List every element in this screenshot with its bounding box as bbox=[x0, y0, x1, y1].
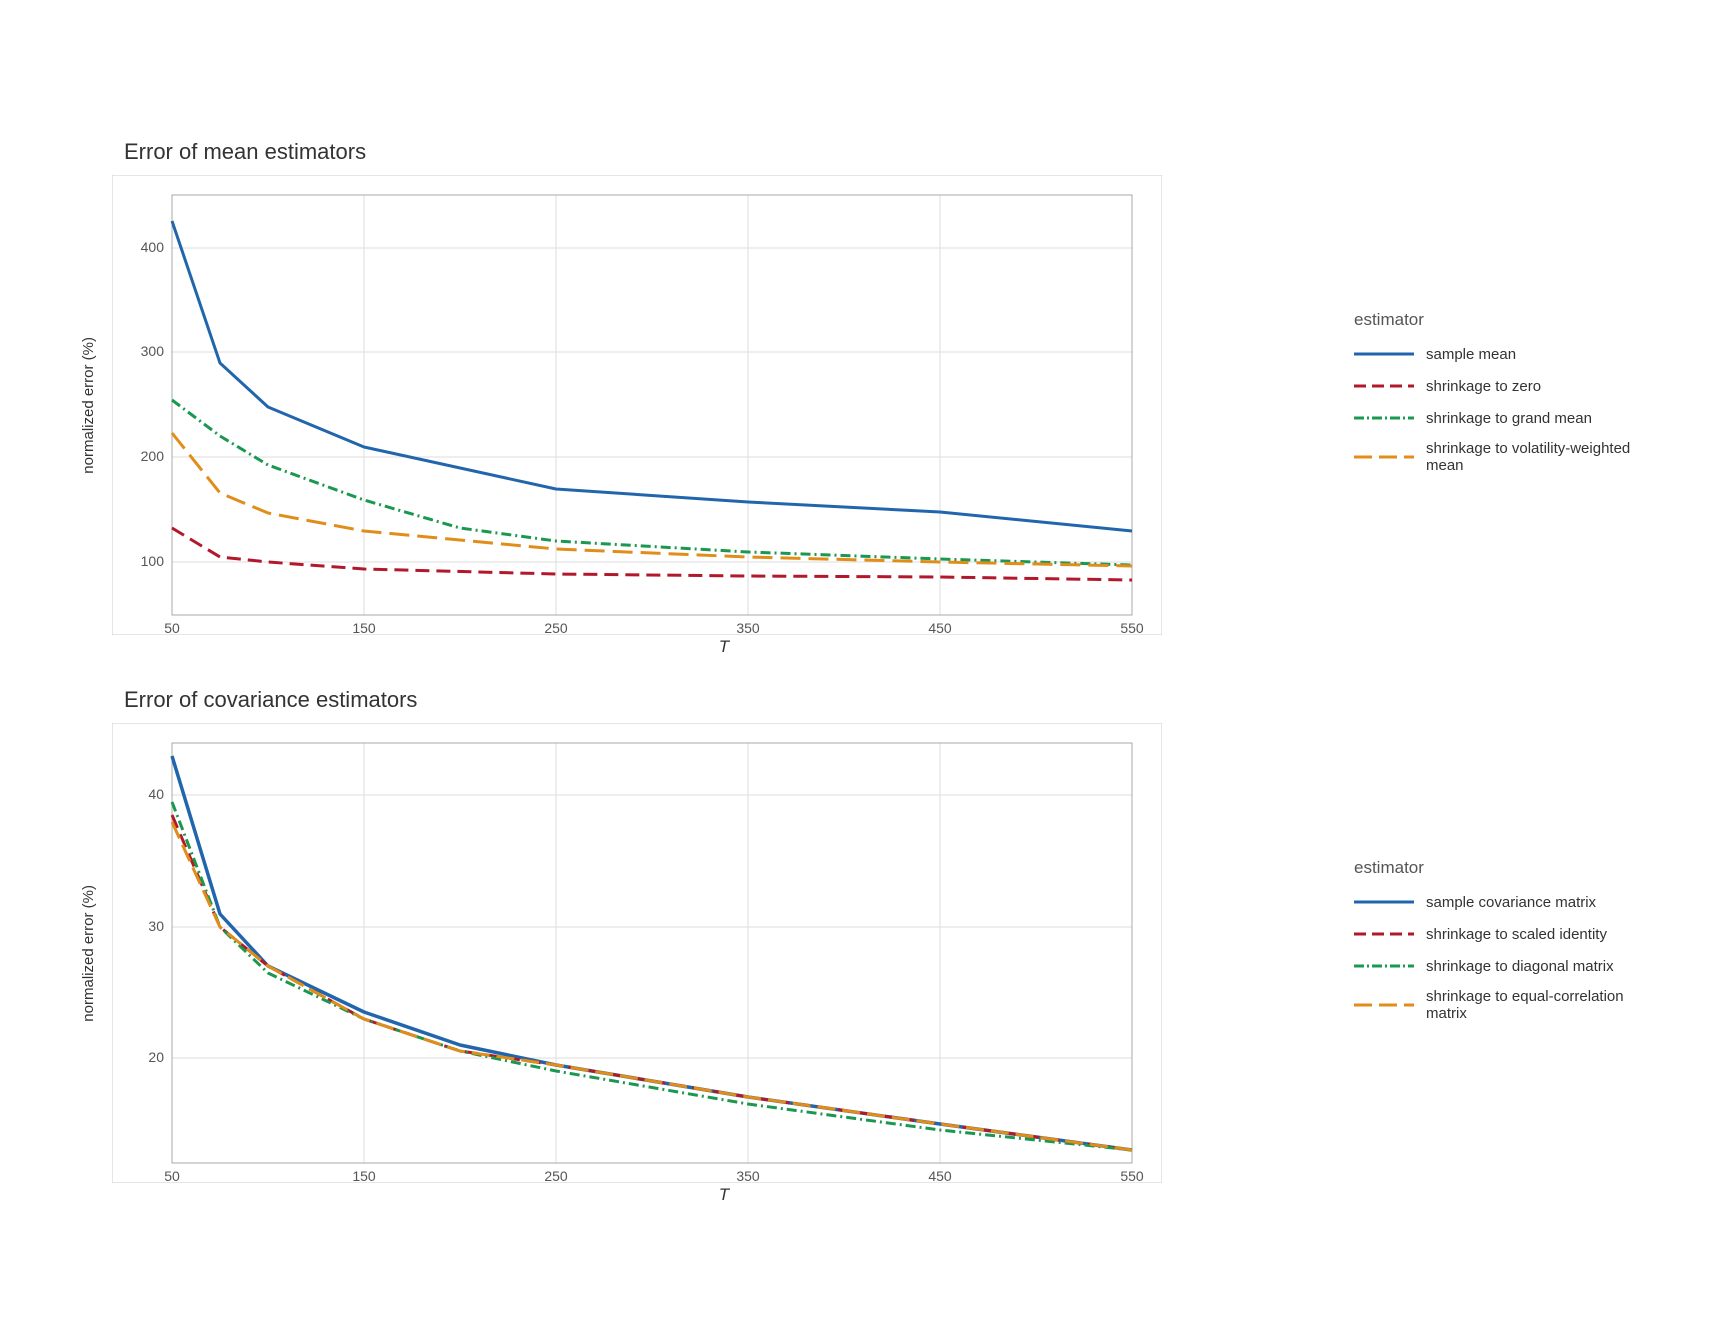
legend-item-0: sample mean bbox=[1354, 344, 1654, 364]
legend2-label-1: shrinkage to scaled identity bbox=[1426, 926, 1607, 943]
legend2-label-2: shrinkage to diagonal matrix bbox=[1426, 958, 1614, 975]
legend2-item-2: shrinkage to diagonal matrix bbox=[1354, 956, 1654, 976]
svg-text:100: 100 bbox=[141, 553, 165, 569]
legend2-line-solid-blue bbox=[1354, 892, 1414, 912]
chart1-legend-title: estimator bbox=[1354, 310, 1654, 330]
chart2-title: Error of covariance estimators bbox=[124, 687, 1324, 713]
chart1-svg: 100 200 300 400 50 150 250 350 450 550 bbox=[112, 175, 1162, 635]
svg-text:550: 550 bbox=[1120, 620, 1144, 635]
svg-text:50: 50 bbox=[164, 1168, 180, 1183]
legend-line-dashed-orange bbox=[1354, 447, 1414, 467]
legend2-line-dashed-orange bbox=[1354, 995, 1414, 1015]
legend-item-1: shrinkage to zero bbox=[1354, 376, 1654, 396]
chart1-ylabel: normalized error (%) bbox=[80, 337, 97, 474]
svg-text:350: 350 bbox=[736, 1168, 760, 1183]
chart2-row: Error of covariance estimators normalize… bbox=[64, 687, 1664, 1205]
chart1-area: Error of mean estimators normalized erro… bbox=[64, 139, 1324, 657]
legend-line-dotdash-green bbox=[1354, 408, 1414, 428]
svg-text:550: 550 bbox=[1120, 1168, 1144, 1183]
chart2-area: Error of covariance estimators normalize… bbox=[64, 687, 1324, 1205]
svg-text:350: 350 bbox=[736, 620, 760, 635]
chart2-svg: 20 30 40 50 150 250 350 450 550 bbox=[112, 723, 1162, 1183]
svg-text:300: 300 bbox=[141, 343, 165, 359]
legend-item-3: shrinkage to volatility-weighted mean bbox=[1354, 440, 1654, 474]
legend2-label-3: shrinkage to equal-correlation matrix bbox=[1426, 988, 1654, 1022]
legend2-line-dashed-red bbox=[1354, 924, 1414, 944]
svg-text:250: 250 bbox=[544, 1168, 568, 1183]
legend-label-0: sample mean bbox=[1426, 346, 1516, 363]
chart1-xlabel: T bbox=[124, 637, 1324, 657]
svg-text:40: 40 bbox=[148, 786, 164, 802]
legend2-item-0: sample covariance matrix bbox=[1354, 892, 1654, 912]
legend2-label-0: sample covariance matrix bbox=[1426, 894, 1596, 911]
svg-text:20: 20 bbox=[148, 1049, 164, 1065]
chart2-xlabel: T bbox=[124, 1185, 1324, 1205]
svg-text:30: 30 bbox=[148, 918, 164, 934]
chart1-row: Error of mean estimators normalized erro… bbox=[64, 139, 1664, 657]
chart2-legend: estimator sample covariance matrix shrin… bbox=[1344, 843, 1664, 1049]
svg-text:250: 250 bbox=[544, 620, 568, 635]
svg-text:150: 150 bbox=[352, 1168, 376, 1183]
legend-label-3: shrinkage to volatility-weighted mean bbox=[1426, 440, 1654, 474]
svg-text:200: 200 bbox=[141, 448, 165, 464]
chart2-ylabel: normalized error (%) bbox=[80, 885, 97, 1022]
legend2-line-dotdash-green bbox=[1354, 956, 1414, 976]
legend-item-2: shrinkage to grand mean bbox=[1354, 408, 1654, 428]
chart1-title: Error of mean estimators bbox=[124, 139, 1324, 165]
legend-line-dashed-red bbox=[1354, 376, 1414, 396]
chart2-legend-title: estimator bbox=[1354, 858, 1654, 878]
chart1-legend: estimator sample mean shrinkage to zero … bbox=[1344, 295, 1664, 501]
legend2-item-3: shrinkage to equal-correlation matrix bbox=[1354, 988, 1654, 1022]
svg-text:450: 450 bbox=[928, 1168, 952, 1183]
legend-line-solid-blue bbox=[1354, 344, 1414, 364]
svg-text:50: 50 bbox=[164, 620, 180, 635]
charts-container: Error of mean estimators normalized erro… bbox=[64, 139, 1664, 1205]
legend2-item-1: shrinkage to scaled identity bbox=[1354, 924, 1654, 944]
svg-text:450: 450 bbox=[928, 620, 952, 635]
svg-text:150: 150 bbox=[352, 620, 376, 635]
svg-text:400: 400 bbox=[141, 239, 165, 255]
legend-label-1: shrinkage to zero bbox=[1426, 378, 1541, 395]
legend-label-2: shrinkage to grand mean bbox=[1426, 410, 1592, 427]
